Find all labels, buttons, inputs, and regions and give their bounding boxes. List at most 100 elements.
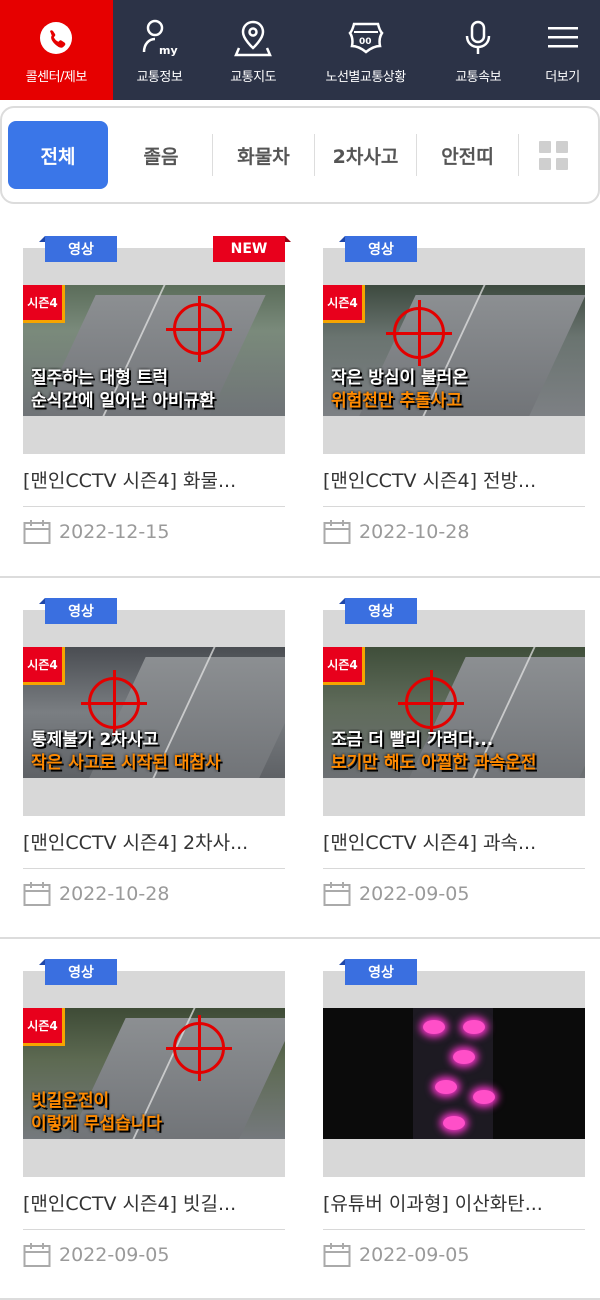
tab-seatbelt[interactable]: 안전띠 — [416, 134, 518, 176]
caption-line-1: 빗길운전이 — [31, 1091, 110, 1111]
nav-label: 교통정보 — [136, 69, 183, 85]
nav-label: 노선별교통상황 — [325, 69, 407, 85]
thumbnail-frame: 영상 시즌4 통제불가 2차사고 작은 사고로 시작된 대참사 — [23, 598, 285, 816]
video-thumbnail — [323, 1008, 585, 1139]
video-title: [맨인CCTV 시즌4] 빗길... — [23, 1189, 285, 1230]
caption-line-2: 순식간에 일어난 아비규환 — [31, 391, 215, 411]
season-badge: 시즌4 — [323, 285, 365, 323]
category-tabs: 전체 졸음 화물차 2차사고 안전띠 — [0, 106, 600, 204]
season-badge: 시즌4 — [323, 647, 365, 685]
video-date: 2022-09-05 — [59, 1244, 170, 1266]
video-thumbnail: 시즌4 질주하는 대형 트럭 순식간에 일어난 아비규환 — [23, 285, 285, 416]
video-date: 2022-10-28 — [359, 521, 470, 543]
video-badge: 영상 — [339, 959, 417, 985]
nav-traffic-map[interactable]: 교통지도 — [206, 0, 300, 100]
card-row: 영상 시즌4 빗길운전이 이렇게 무섭습니다 [맨인CCTV 시즌4] 빗길..… — [0, 939, 600, 1300]
video-date: 2022-09-05 — [359, 1244, 470, 1266]
video-title: [맨인CCTV 시즌4] 화물... — [23, 466, 285, 507]
calendar-icon — [23, 882, 51, 906]
video-badge: 영상 — [39, 236, 117, 262]
grid-icon — [539, 140, 568, 170]
top-nav: 콜센터/제보 my 교통정보 교통지도 00 노선별교통상황 교통속보 더보기 — [0, 0, 600, 100]
video-badge: 영상 — [339, 236, 417, 262]
calendar-icon — [323, 882, 351, 906]
nav-route-status[interactable]: 00 노선별교통상황 — [300, 0, 431, 100]
category-tabs-wrap: 전체 졸음 화물차 2차사고 안전띠 — [0, 100, 600, 210]
my-user-icon: my — [139, 16, 179, 60]
video-card[interactable]: 영상 NEW 시즌4 질주하는 대형 트럭 순식간에 일어난 아비규환 [맨인C… — [0, 210, 300, 576]
date-row: 2022-12-15 — [23, 519, 300, 545]
caption-line-2: 보기만 해도 아찔한 과속운전 — [331, 753, 537, 773]
season-badge: 시즌4 — [23, 1008, 65, 1046]
menu-icon — [546, 16, 580, 60]
video-date: 2022-09-05 — [359, 883, 470, 905]
video-title: [맨인CCTV 시즌4] 2차사... — [23, 828, 285, 869]
thumbnail-frame: 영상 시즌4 조금 더 빨리 가려다... 보기만 해도 아찔한 과속운전 — [323, 598, 585, 816]
video-thumbnail: 시즌4 조금 더 빨리 가려다... 보기만 해도 아찔한 과속운전 — [323, 647, 585, 778]
new-badge: NEW — [213, 236, 291, 262]
video-thumbnail: 시즌4 작은 방심이 불러온 위험천만 추돌사고 — [323, 285, 585, 416]
video-card[interactable]: 영상 시즌4 작은 방심이 불러온 위험천만 추돌사고 [맨인CCTV 시즌4]… — [300, 210, 600, 576]
video-title: [맨인CCTV 시즌4] 전방... — [323, 466, 585, 507]
calendar-icon — [323, 520, 351, 544]
nav-label: 콜센터/제보 — [25, 69, 88, 85]
map-pin-icon — [233, 16, 273, 60]
video-thumbnail: 시즌4 통제불가 2차사고 작은 사고로 시작된 대참사 — [23, 647, 285, 778]
video-badge: 영상 — [39, 598, 117, 624]
thumbnail-caption: 질주하는 대형 트럭 순식간에 일어난 아비규환 — [23, 367, 285, 416]
thumbnail-caption: 작은 방심이 불러온 위험천만 추돌사고 — [323, 367, 585, 416]
caption-line-2: 위험천만 추돌사고 — [331, 391, 463, 411]
tab-truck[interactable]: 화물차 — [212, 134, 314, 176]
video-card[interactable]: 영상 시즌4 조금 더 빨리 가려다... 보기만 해도 아찔한 과속운전 [맨… — [300, 578, 600, 937]
tab-all[interactable]: 전체 — [8, 121, 108, 189]
video-card[interactable]: 영상 시즌4 빗길운전이 이렇게 무섭습니다 [맨인CCTV 시즌4] 빗길..… — [0, 939, 300, 1298]
nav-label: 교통속보 — [455, 69, 502, 85]
highway-shield-icon: 00 — [346, 16, 386, 60]
nav-label: 교통지도 — [230, 69, 277, 85]
svg-text:00: 00 — [359, 37, 372, 47]
thumbnail-frame: 영상 시즌4 빗길운전이 이렇게 무섭습니다 — [23, 959, 285, 1177]
thumbnail-frame: 영상 시즌4 작은 방심이 불러온 위험천만 추돌사고 — [323, 236, 585, 454]
date-row: 2022-09-05 — [323, 1242, 600, 1268]
video-title: [맨인CCTV 시즌4] 과속... — [323, 828, 585, 869]
card-row: 영상 시즌4 통제불가 2차사고 작은 사고로 시작된 대참사 [맨인CCTV … — [0, 578, 600, 939]
tab-drowsy[interactable]: 졸음 — [110, 134, 212, 176]
svg-text:my: my — [159, 44, 178, 57]
thumbnail-caption: 조금 더 빨리 가려다... 보기만 해도 아찔한 과속운전 — [323, 729, 585, 778]
caption-line-1: 작은 방심이 불러온 — [331, 368, 468, 388]
calendar-icon — [23, 520, 51, 544]
thumbnail-frame: 영상 — [323, 959, 585, 1177]
date-row: 2022-10-28 — [23, 881, 300, 907]
video-thumbnail: 시즌4 빗길운전이 이렇게 무섭습니다 — [23, 1008, 285, 1139]
nav-label: 더보기 — [545, 69, 580, 85]
microphone-icon — [458, 16, 498, 60]
tab-secondary-accident[interactable]: 2차사고 — [314, 134, 416, 176]
nav-traffic-bulletin[interactable]: 교통속보 — [431, 0, 525, 100]
nav-call-center[interactable]: 콜센터/제보 — [0, 0, 113, 100]
grid-view-button[interactable] — [518, 134, 588, 176]
caption-line-2: 작은 사고로 시작된 대참사 — [31, 753, 221, 773]
video-card[interactable]: 영상 시즌4 통제불가 2차사고 작은 사고로 시작된 대참사 [맨인CCTV … — [0, 578, 300, 937]
nav-traffic-info[interactable]: my 교통정보 — [113, 0, 207, 100]
video-badge: 영상 — [339, 598, 417, 624]
video-list: 영상 NEW 시즌4 질주하는 대형 트럭 순식간에 일어난 아비규환 [맨인C… — [0, 210, 600, 1300]
date-row: 2022-09-05 — [23, 1242, 300, 1268]
calendar-icon — [323, 1243, 351, 1267]
caption-line-1: 질주하는 대형 트럭 — [31, 368, 168, 388]
caption-line-1: 조금 더 빨리 가려다... — [331, 730, 494, 750]
thumbnail-caption: 통제불가 2차사고 작은 사고로 시작된 대참사 — [23, 729, 285, 778]
video-badge: 영상 — [39, 959, 117, 985]
date-row: 2022-09-05 — [323, 881, 600, 907]
video-title: [유튜버 이과형] 이산화탄... — [323, 1189, 585, 1230]
video-date: 2022-10-28 — [59, 883, 170, 905]
date-row: 2022-10-28 — [323, 519, 600, 545]
season-badge: 시즌4 — [23, 647, 65, 685]
video-card[interactable]: 영상 [유튜버 이과형] 이산화탄... 2022-09-05 — [300, 939, 600, 1298]
thumbnail-caption: 빗길운전이 이렇게 무섭습니다 — [23, 1090, 285, 1139]
caption-line-2: 이렇게 무섭습니다 — [31, 1114, 163, 1134]
thumbnail-frame: 영상 NEW 시즌4 질주하는 대형 트럭 순식간에 일어난 아비규환 — [23, 236, 291, 454]
nav-more[interactable]: 더보기 — [525, 0, 600, 100]
caption-line-1: 통제불가 2차사고 — [31, 730, 159, 750]
season-badge: 시즌4 — [23, 285, 65, 323]
video-date: 2022-12-15 — [59, 521, 170, 543]
